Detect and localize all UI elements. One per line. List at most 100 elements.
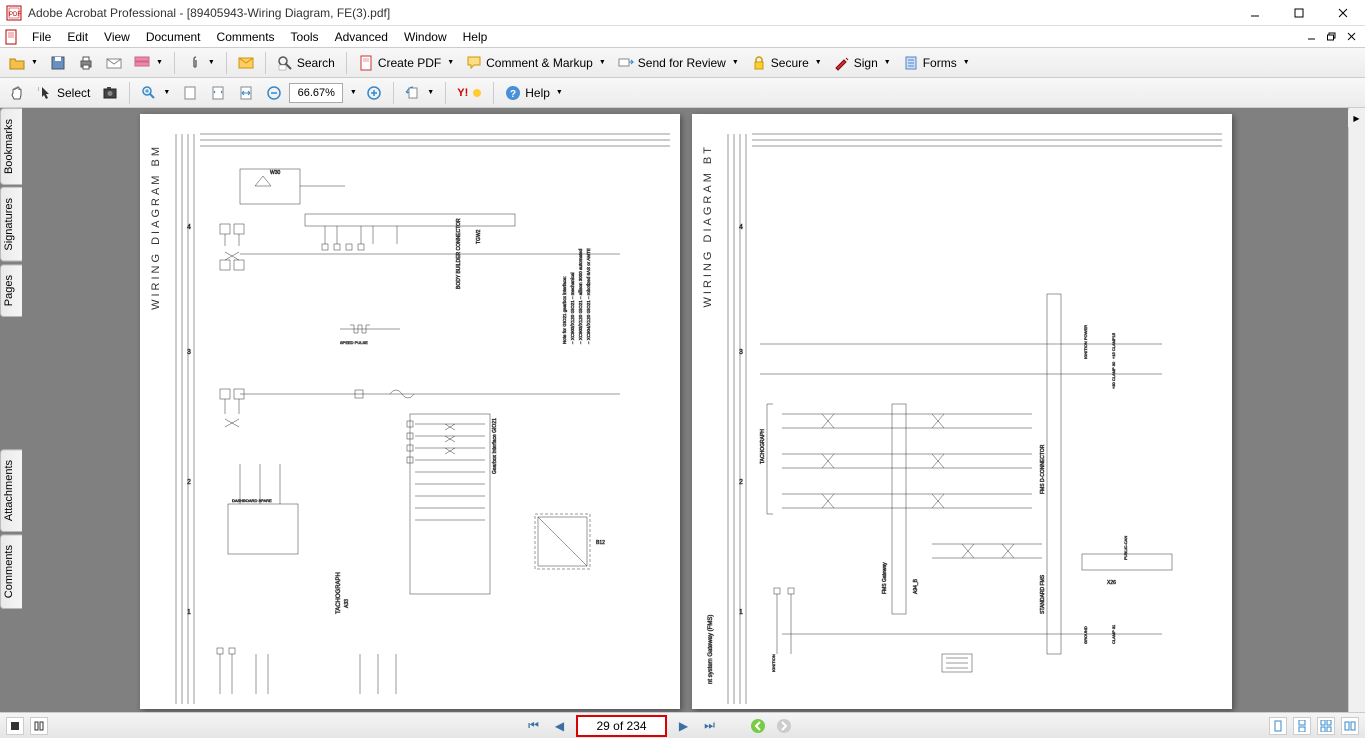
toolbar-separator: [129, 82, 130, 104]
first-page-button[interactable]: ⏮: [524, 717, 542, 735]
zoom-in-button[interactable]: [361, 81, 387, 105]
next-page-button[interactable]: ▶: [675, 717, 693, 735]
menu-advanced[interactable]: Advanced: [327, 28, 396, 46]
search-button[interactable]: Search: [272, 51, 340, 75]
page-indicator[interactable]: 29 of 234: [576, 715, 666, 737]
select-label: Select: [57, 86, 90, 100]
forms-button[interactable]: Forms▼: [898, 51, 975, 75]
page-left: WIRING DIAGRAM BM 4 3 2 1 W30: [140, 114, 680, 709]
menu-view[interactable]: View: [96, 28, 138, 46]
navigation-pane-tabs: Bookmarks Signatures Pages Attachments C…: [0, 108, 22, 609]
toolbar-separator: [445, 82, 446, 104]
back-button[interactable]: [749, 717, 767, 735]
maximize-button[interactable]: [1277, 0, 1321, 26]
attach-button[interactable]: ▼: [181, 51, 220, 75]
svg-text:PUBLIC-CAN: PUBLIC-CAN: [1123, 536, 1128, 560]
wiring-diagram-right: 4 3 2 1 nt system Gateway (FMS) IGNITION…: [692, 114, 1232, 709]
search-label: Search: [297, 56, 335, 70]
secure-button[interactable]: Secure▼: [746, 51, 827, 75]
wiring-diagram-left: 4 3 2 1 W30: [140, 114, 680, 709]
attachments-tab[interactable]: Attachments: [0, 449, 22, 532]
bookmarks-tab[interactable]: Bookmarks: [0, 108, 22, 185]
document-viewport[interactable]: WIRING DIAGRAM BM 4 3 2 1 W30: [0, 108, 1365, 712]
email-button[interactable]: [101, 51, 127, 75]
menu-edit[interactable]: Edit: [59, 28, 96, 46]
fit-page-button[interactable]: [205, 81, 231, 105]
signatures-tab[interactable]: Signatures: [0, 187, 22, 262]
multi-page-view-button[interactable]: [30, 717, 48, 735]
zoom-dropdown-button[interactable]: ▼: [345, 81, 359, 105]
create-pdf-button[interactable]: Create PDF▼: [353, 51, 459, 75]
continuous-button[interactable]: [1293, 717, 1311, 735]
send-review-button[interactable]: Send for Review▼: [613, 51, 744, 75]
minimize-button[interactable]: [1233, 0, 1277, 26]
title-bar: PDF Adobe Acrobat Professional - [894059…: [0, 0, 1365, 26]
menu-file[interactable]: File: [24, 28, 59, 46]
send-review-label: Send for Review: [638, 56, 726, 70]
svg-text:IGNITION: IGNITION: [771, 654, 776, 672]
select-tool-button[interactable]: I Select: [32, 81, 95, 105]
view-mode-left: [6, 717, 48, 735]
page-layout-buttons: [1269, 717, 1359, 735]
yahoo-button[interactable]: Y!: [452, 81, 487, 105]
print-button[interactable]: [73, 51, 99, 75]
mdi-restore-button[interactable]: [1323, 30, 1339, 44]
toolbar-primary: ▼ ▼ ▼ Search Create PDF▼ Comment & Marku…: [0, 48, 1365, 78]
actual-size-button[interactable]: [177, 81, 203, 105]
svg-text:+30 CLAMP 30: +30 CLAMP 30: [1111, 361, 1116, 389]
toolbar-secondary: I Select ▼ ▼ ▼ Y! ? Help▼: [0, 78, 1365, 108]
menu-window[interactable]: Window: [396, 28, 455, 46]
zoom-input[interactable]: [289, 83, 343, 103]
page-right: WIRING DIAGRAM BT 4 3 2 1 nt system Gate…: [692, 114, 1232, 709]
menu-tools[interactable]: Tools: [283, 28, 327, 46]
svg-text:nt system Gateway (FMS): nt system Gateway (FMS): [708, 615, 714, 684]
envelope-button[interactable]: [233, 51, 259, 75]
menu-document[interactable]: Document: [138, 28, 209, 46]
menu-help[interactable]: Help: [455, 28, 496, 46]
comments-tab[interactable]: Comments: [0, 534, 22, 609]
toolbar-separator: [346, 52, 347, 74]
mdi-close-button[interactable]: [1343, 30, 1359, 44]
toolbar-separator: [174, 52, 175, 74]
open-button[interactable]: ▼: [4, 51, 43, 75]
svg-text:TGW2: TGW2: [476, 229, 482, 244]
snapshot-tool-button[interactable]: [97, 81, 123, 105]
svg-text:2: 2: [739, 479, 743, 486]
svg-text:– XC903/X120 GIO21 – allison 3: – XC903/X120 GIO21 – allison 3000 automa…: [578, 248, 583, 344]
vertical-scrollbar[interactable]: [1348, 108, 1365, 712]
svg-text:TACHOGRAPH: TACHOGRAPH: [760, 429, 766, 464]
facing-button[interactable]: [1341, 717, 1359, 735]
prev-page-button[interactable]: ◀: [550, 717, 568, 735]
sign-button[interactable]: Sign▼: [829, 51, 896, 75]
rotate-button[interactable]: ▼: [400, 81, 439, 105]
last-page-button[interactable]: ⏭: [701, 717, 719, 735]
svg-text:SPEED PULSE: SPEED PULSE: [340, 340, 368, 345]
zoom-out-button[interactable]: [261, 81, 287, 105]
svg-text:CLAMP 31: CLAMP 31: [1111, 624, 1116, 644]
forward-button[interactable]: [775, 717, 793, 735]
status-bar: ⏮ ◀ 29 of 234 ▶ ⏭: [0, 712, 1365, 738]
hand-tool-button[interactable]: [4, 81, 30, 105]
scroll-right-arrow-icon[interactable]: ▶: [1348, 110, 1365, 127]
comment-markup-button[interactable]: Comment & Markup▼: [461, 51, 611, 75]
help-button[interactable]: ? Help▼: [500, 81, 568, 105]
svg-text:+15 CLAMP15: +15 CLAMP15: [1111, 332, 1116, 359]
mdi-minimize-button[interactable]: [1303, 30, 1319, 44]
single-page-button[interactable]: [1269, 717, 1287, 735]
single-page-view-button[interactable]: [6, 717, 24, 735]
pages-tab[interactable]: Pages: [0, 264, 22, 317]
organizer-button[interactable]: ▼: [129, 51, 168, 75]
save-button[interactable]: [45, 51, 71, 75]
svg-text:?: ?: [510, 89, 516, 100]
facing-continuous-button[interactable]: [1317, 717, 1335, 735]
zoom-in-tool-button[interactable]: ▼: [136, 81, 175, 105]
svg-text:STANDARD FMS: STANDARD FMS: [1040, 574, 1046, 614]
toolbar-separator: [226, 52, 227, 74]
close-button[interactable]: [1321, 0, 1365, 26]
svg-text:FMS Gateway: FMS Gateway: [882, 562, 888, 594]
svg-text:4: 4: [739, 224, 743, 231]
menu-comments[interactable]: Comments: [209, 28, 283, 46]
fit-width-button[interactable]: [233, 81, 259, 105]
svg-text:I: I: [38, 87, 39, 93]
svg-text:PDF: PDF: [9, 12, 21, 18]
